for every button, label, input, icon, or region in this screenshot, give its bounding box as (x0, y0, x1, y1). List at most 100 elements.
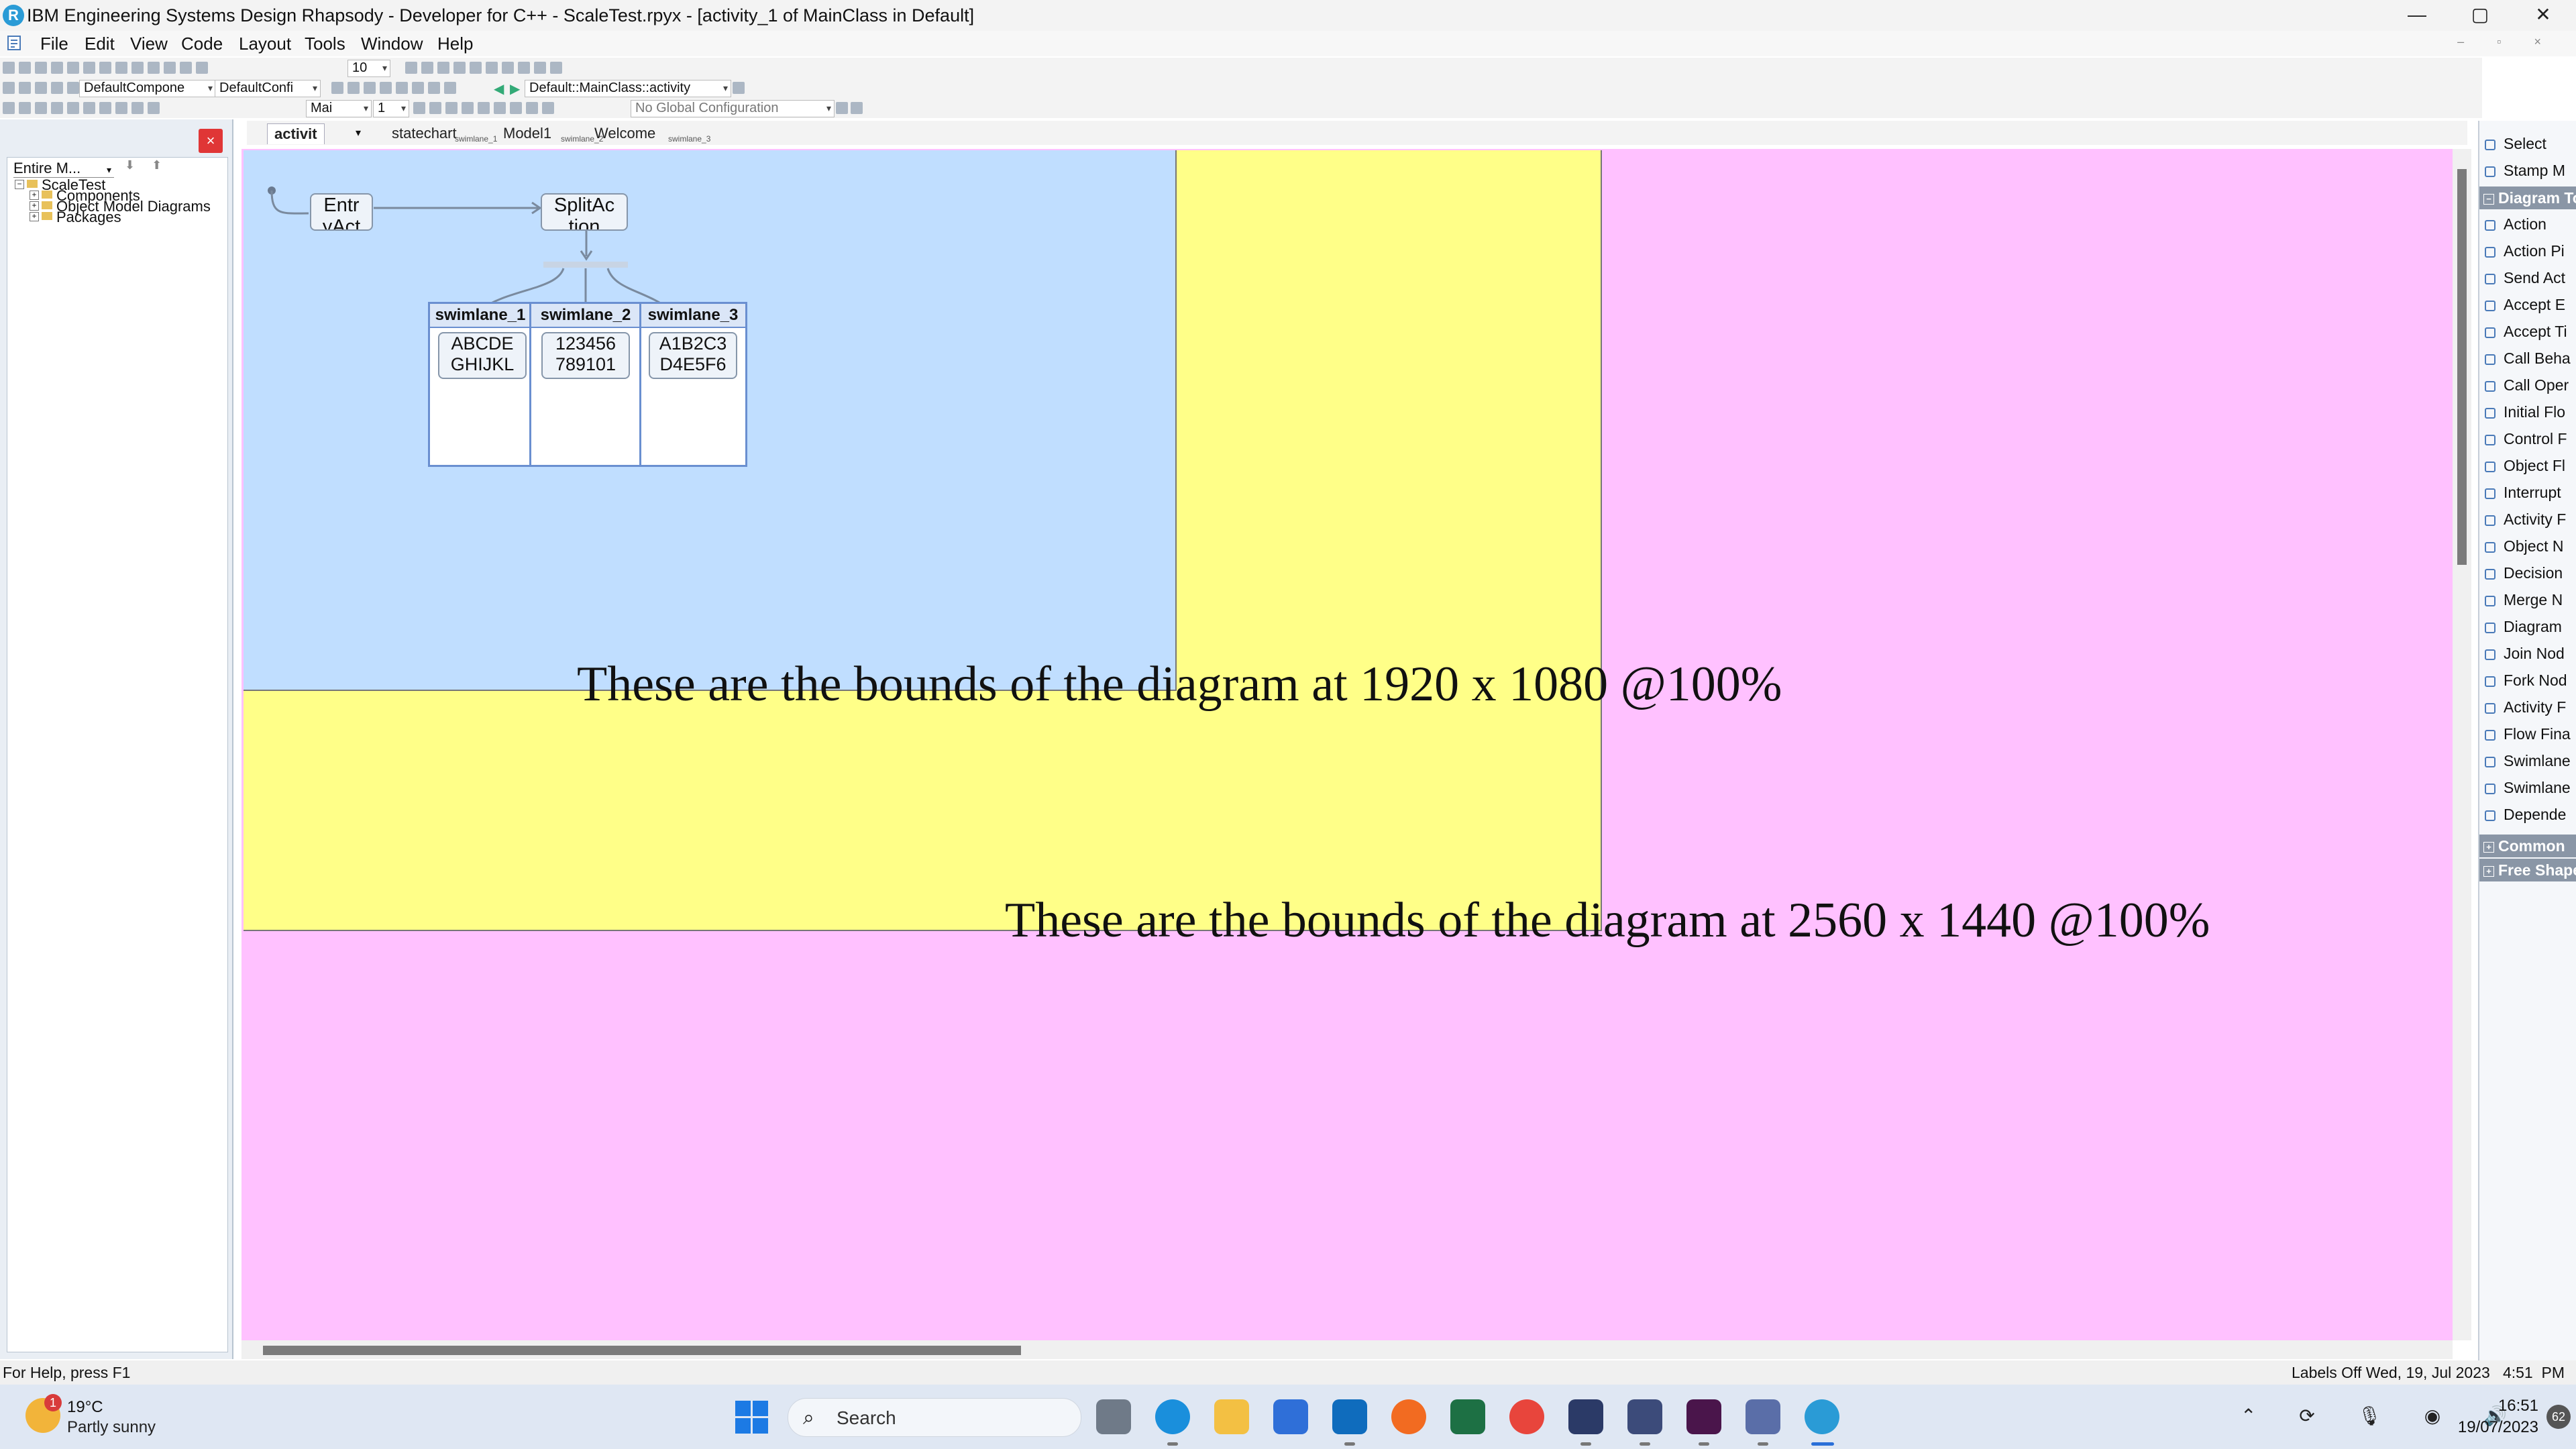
action-abcde[interactable]: ABCDE GHIJKL (438, 332, 527, 379)
excel-icon[interactable] (1450, 1399, 1485, 1434)
copy-icon[interactable] (67, 62, 79, 74)
swimlane-1-header[interactable]: swimlane_1 (430, 304, 531, 328)
tool-accept-event[interactable]: Accept E (2485, 291, 2576, 318)
zoom-fit-icon[interactable] (196, 62, 208, 74)
weather-description[interactable]: Partly sunny (67, 1418, 156, 1437)
config-refresh-icon[interactable] (836, 102, 848, 114)
menu-window[interactable]: Window (361, 34, 423, 54)
bounds-label-2560[interactable]: These are the bounds of the diagram at 2… (1005, 892, 2210, 949)
tool-join-node[interactable]: Join Nod (2485, 640, 2576, 667)
toolbox-icon[interactable] (380, 82, 392, 94)
align-right-icon[interactable] (437, 62, 449, 74)
initial-flow[interactable] (270, 190, 309, 215)
outlook-icon[interactable] (1332, 1399, 1367, 1434)
configuration-select[interactable]: DefaultConfi ▾ (215, 80, 321, 97)
stop-icon[interactable] (19, 82, 31, 94)
swimlane-2-header[interactable]: swimlane_2 (531, 304, 641, 328)
build-icon[interactable] (35, 82, 47, 94)
store-icon[interactable] (1273, 1399, 1308, 1434)
tab-statechart[interactable]: statechart (385, 123, 464, 144)
tool-initial-flow[interactable]: Initial Flo (2485, 398, 2576, 425)
format-icon[interactable] (3, 102, 15, 114)
tool-swimlane[interactable]: Swimlane (2485, 747, 2576, 774)
align-text-center-icon[interactable] (494, 102, 506, 114)
task-view-icon[interactable] (1096, 1399, 1131, 1434)
new-icon[interactable] (3, 62, 15, 74)
redo-icon[interactable] (131, 62, 144, 74)
fill-color-icon[interactable] (35, 102, 47, 114)
tab-model1[interactable]: Model1 (496, 123, 558, 144)
tool-call-operation[interactable]: Call Oper (2485, 372, 2576, 398)
pen-icon[interactable] (526, 102, 538, 114)
split-action-node[interactable]: SplitAc tion (541, 193, 628, 231)
menu-view[interactable]: View (130, 34, 168, 54)
edge-icon[interactable] (1155, 1399, 1190, 1434)
config-settings-icon[interactable] (851, 102, 863, 114)
save-icon[interactable] (35, 62, 47, 74)
menu-code[interactable]: Code (181, 34, 223, 54)
properties-icon[interactable] (428, 82, 440, 94)
browser-close-button[interactable]: × (199, 129, 223, 153)
tool-activity-frame[interactable]: Activity F (2485, 506, 2576, 533)
firefox-icon[interactable] (1391, 1399, 1426, 1434)
vertical-scrollbar[interactable] (2453, 149, 2471, 1340)
menu-file[interactable]: File (40, 34, 68, 54)
diagram-canvas[interactable]: Entr yAct SplitAc tion swimlane_1 swimla… (241, 149, 2453, 1340)
paste-icon[interactable] (83, 62, 95, 74)
arrange-icon[interactable] (412, 82, 424, 94)
bring-front-icon[interactable] (83, 102, 95, 114)
nav-back-icon[interactable]: ◀ (494, 80, 504, 97)
toolbox-group-free-shapes[interactable]: + Free Shape (2479, 859, 2576, 881)
menu-edit[interactable]: Edit (85, 34, 115, 54)
same-height-icon[interactable] (502, 62, 514, 74)
taskbar-search[interactable]: ⌕ Search (788, 1398, 1081, 1437)
align-text-right-icon[interactable] (510, 102, 522, 114)
horizontal-scrollbar[interactable] (241, 1340, 2453, 1359)
tool-stamp-mode[interactable]: Stamp M (2485, 157, 2576, 184)
tool-flow-final[interactable]: Flow Fina (2485, 720, 2576, 747)
rhapsody-taskbar-icon[interactable] (1805, 1399, 1839, 1434)
open-icon[interactable] (19, 62, 31, 74)
send-back-icon[interactable] (99, 102, 111, 114)
align-top-icon[interactable] (453, 62, 466, 74)
browser-toggle-icon[interactable] (331, 82, 343, 94)
tool-object-flow[interactable]: Object Fl (2485, 452, 2576, 479)
code-app-icon[interactable] (1627, 1399, 1662, 1434)
font-size-select[interactable]: 1 ▾ (373, 100, 409, 117)
slack-icon[interactable] (1686, 1399, 1721, 1434)
collapse-icon[interactable]: − (15, 180, 24, 189)
global-configuration-select[interactable]: No Global Configuration ▾ (631, 100, 835, 117)
horizontal-scroll-thumb[interactable] (263, 1346, 1021, 1355)
ungroup-icon[interactable] (131, 102, 144, 114)
align-left-icon[interactable] (405, 62, 417, 74)
features-icon[interactable] (347, 82, 360, 94)
bounds-label-1920[interactable]: These are the bounds of the diagram at 1… (577, 656, 1782, 713)
tool-interrupt[interactable]: Interrupt (2485, 479, 2576, 506)
line-color-icon[interactable] (19, 102, 31, 114)
make-icon[interactable] (67, 82, 79, 94)
maximize-button[interactable]: ▢ (2450, 0, 2510, 31)
tool-decision[interactable]: Decision (2485, 559, 2576, 586)
delete-icon[interactable] (148, 62, 160, 74)
vertical-scroll-thumb[interactable] (2457, 169, 2467, 565)
tool-activity-final[interactable]: Activity F (2485, 694, 2576, 720)
snap-icon[interactable] (550, 62, 562, 74)
nav-forward-icon[interactable]: ▶ (510, 80, 520, 97)
toolbox-group-diagram-tools[interactable]: − Diagram To (2479, 186, 2576, 209)
expand-icon[interactable]: + (30, 212, 39, 221)
zoom-out-icon[interactable] (180, 62, 192, 74)
close-button[interactable]: ✕ (2513, 0, 2573, 31)
print-icon[interactable] (99, 62, 111, 74)
align-center-icon[interactable] (421, 62, 433, 74)
file-explorer-icon[interactable] (1214, 1399, 1249, 1434)
installer-icon[interactable] (1746, 1399, 1780, 1434)
swimlane-3-header[interactable]: swimlane_3 (641, 304, 745, 328)
weather-temperature[interactable]: 19°C (67, 1398, 103, 1417)
diagram-path-select[interactable]: Default::MainClass::activity ▾ (525, 80, 731, 97)
menu-help[interactable]: Help (437, 34, 473, 54)
tool-swimlane-divider[interactable]: Swimlane (2485, 774, 2576, 801)
expand-icon[interactable]: + (30, 191, 39, 200)
tool-merge-node[interactable]: Merge N (2485, 586, 2576, 613)
component-select[interactable]: DefaultCompone ▾ (79, 80, 216, 97)
clock-time[interactable]: 16:51 (2469, 1397, 2538, 1415)
